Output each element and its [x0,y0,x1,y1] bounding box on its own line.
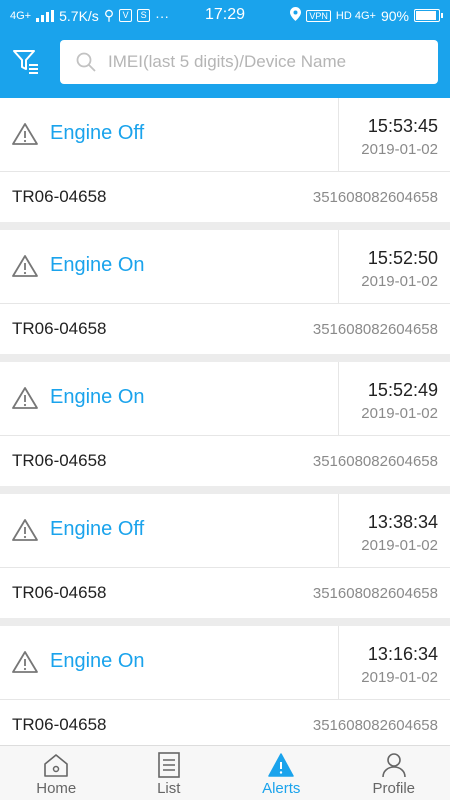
device-imei: 351608082604658 [312,453,438,470]
alert-date: 2019-01-02 [361,273,438,290]
alert-date: 2019-01-02 [361,669,438,686]
alert-timestamp: 15:52:49 2019-01-02 [338,362,450,436]
alert-card[interactable]: Engine Off 15:53:45 2019-01-02 TR06-0465… [0,98,450,222]
battery-percent: 90% [380,7,409,24]
alert-header: Engine On 15:52:50 2019-01-02 [0,230,450,304]
tab-home-label: Home [36,780,77,797]
list-icon [157,752,180,778]
alert-card[interactable]: Engine On 13:16:34 2019-01-02 TR06-04658… [0,626,450,745]
device-imei: 351608082604658 [312,321,438,338]
alert-header: Engine Off 15:53:45 2019-01-02 [0,98,450,172]
tab-alerts-label: Alerts [262,780,301,797]
device-name: TR06-04658 [12,715,107,734]
alert-time: 13:16:34 [367,644,438,664]
device-imei: 351608082604658 [312,189,438,206]
status-right: VPN HD 4G+ 90% [290,7,443,24]
search-input[interactable] [108,40,428,84]
location-icon [290,7,302,24]
alert-time: 15:53:45 [367,116,438,136]
tab-profile[interactable]: Profile [338,746,450,800]
alert-header: Engine Off 13:38:34 2019-01-02 [0,494,450,568]
alert-timestamp: 15:53:45 2019-01-02 [338,98,450,172]
filter-button[interactable] [12,48,40,76]
alert-device-row: TR06-04658 351608082604658 [0,436,450,486]
home-icon [44,754,69,777]
device-name: TR06-04658 [12,451,107,470]
alert-type: Engine On [50,650,145,672]
alert-card[interactable]: Engine Off 13:38:34 2019-01-02 TR06-0465… [0,494,450,618]
alert-type: Engine Off [50,518,145,540]
vpn-badge: VPN [306,9,331,22]
alert-timestamp: 15:52:50 2019-01-02 [338,230,450,304]
filter-icon [13,50,38,74]
alert-icon [268,753,294,777]
alert-type: Engine On [50,254,145,276]
tab-profile-label: Profile [372,780,416,797]
alert-type: Engine On [50,386,145,408]
tab-list-label: List [157,780,181,797]
alert-time: 13:38:34 [367,512,438,532]
profile-icon [381,753,406,778]
search-box[interactable] [60,40,438,84]
alert-device-row: TR06-04658 351608082604658 [0,568,450,618]
device-name: TR06-04658 [12,319,107,338]
app-header: 4G+ 5.7K/s ⚲ V S ··· 17:29 VPN HD 4G+ 90… [0,0,450,98]
device-imei: 351608082604658 [312,717,438,734]
battery-icon [414,9,443,22]
alerts-list[interactable]: Engine Off 15:53:45 2019-01-02 TR06-0465… [0,98,450,745]
alert-timestamp: 13:16:34 2019-01-02 [338,626,450,700]
device-imei: 351608082604658 [312,585,438,602]
alert-header: Engine On 15:52:49 2019-01-02 [0,362,450,436]
alert-date: 2019-01-02 [361,141,438,158]
tab-alerts[interactable]: Alerts [225,746,338,800]
alert-time: 15:52:50 [367,248,438,268]
alert-date: 2019-01-02 [361,405,438,422]
warning-icon [12,123,38,145]
network-type-right: HD 4G+ [335,9,376,22]
alert-device-row: TR06-04658 351608082604658 [0,172,450,222]
tab-home[interactable]: Home [0,746,113,800]
alert-card[interactable]: Engine On 15:52:50 2019-01-02 TR06-04658… [0,230,450,354]
device-name: TR06-04658 [12,583,107,602]
alert-type: Engine Off [50,122,145,144]
alert-time: 15:52:49 [367,380,438,400]
warning-icon [12,651,38,673]
warning-icon [12,519,38,541]
alert-card[interactable]: Engine On 15:52:49 2019-01-02 TR06-04658… [0,362,450,486]
alert-date: 2019-01-02 [361,537,438,554]
warning-icon [12,387,38,409]
tab-list[interactable]: List [113,746,226,800]
alert-header: Engine On 13:16:34 2019-01-02 [0,626,450,700]
alert-timestamp: 13:38:34 2019-01-02 [338,494,450,568]
alert-device-row: TR06-04658 351608082604658 [0,304,450,354]
search-icon [76,52,96,72]
alert-device-row: TR06-04658 351608082604658 [0,700,450,745]
status-bar: 4G+ 5.7K/s ⚲ V S ··· 17:29 VPN HD 4G+ 90… [0,0,450,32]
device-name: TR06-04658 [12,187,107,206]
warning-icon [12,255,38,277]
bottom-nav: Home List Alerts Profile [0,745,450,800]
